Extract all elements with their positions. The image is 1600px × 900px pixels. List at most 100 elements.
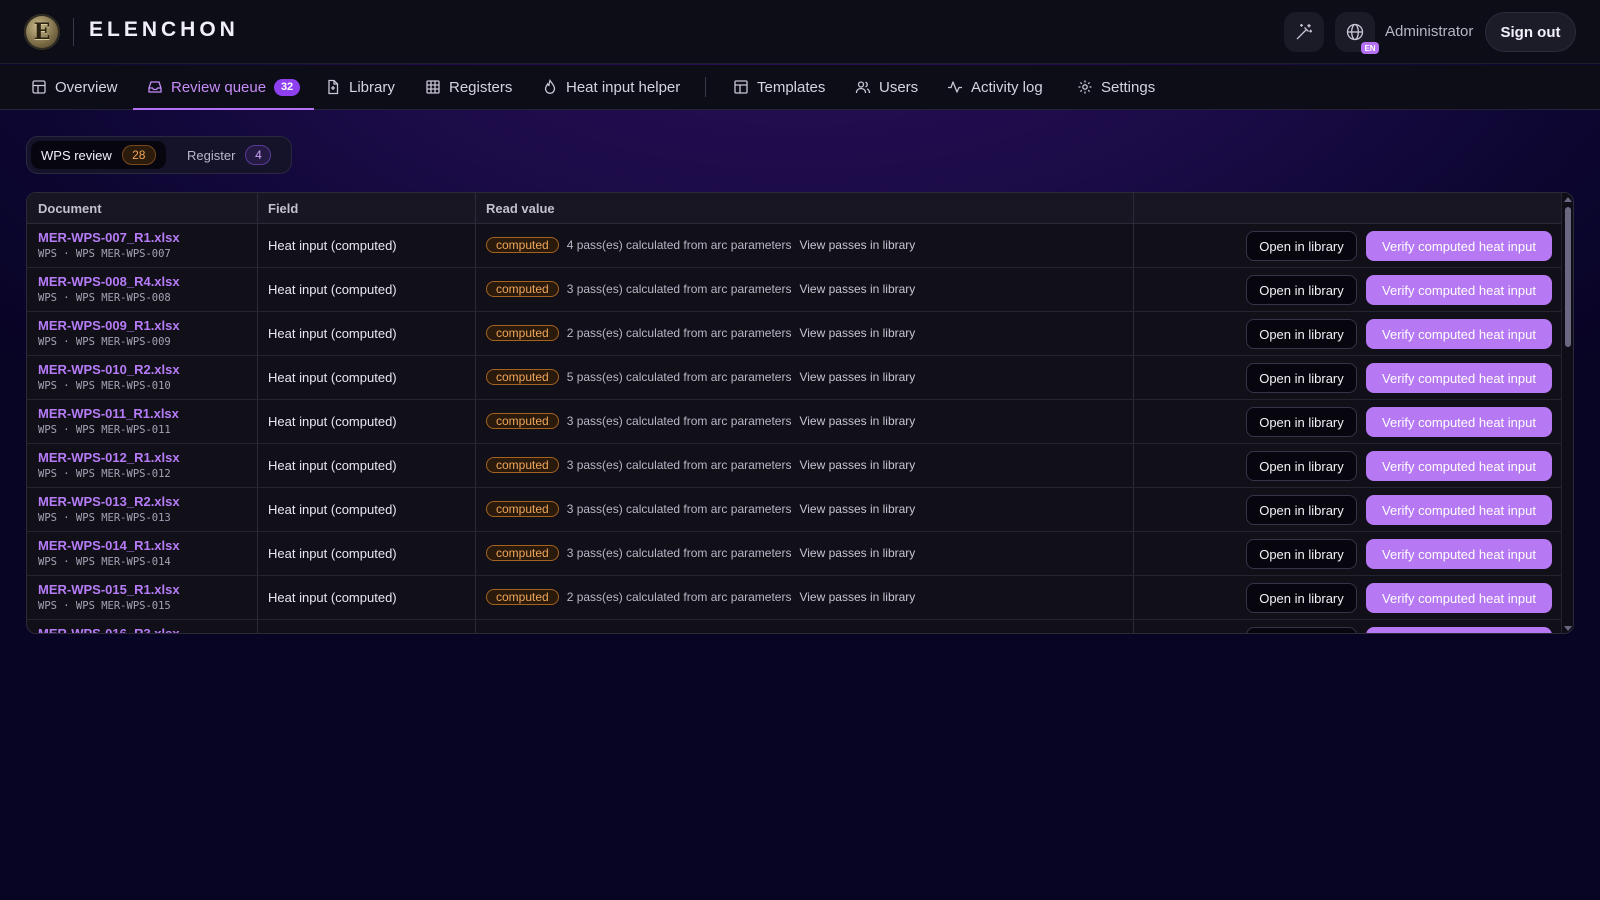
globe-icon [1346, 23, 1364, 41]
computed-tag: computed [486, 633, 559, 634]
open-in-library-button[interactable]: Open in library [1246, 495, 1357, 525]
view-passes-link[interactable]: View passes in library [799, 590, 915, 604]
review-subtabs: WPS review 28 Register 4 [26, 136, 292, 174]
document-subtitle: WPS · WPS MER-WPS-015 [38, 600, 171, 612]
register-count: 4 [245, 145, 272, 165]
tab-register[interactable]: Register 4 [177, 141, 281, 169]
brand-divider [73, 18, 74, 46]
main-nav: Overview Review queue 32 Library Registe… [0, 65, 1600, 110]
nav-review-queue[interactable]: Review queue 32 [132, 65, 315, 110]
nav-users[interactable]: Users [855, 65, 918, 109]
table-row: MER-WPS-007_R1.xlsx WPS · WPS MER-WPS-00… [27, 224, 1561, 268]
magic-wand-icon [1296, 23, 1313, 40]
view-passes-link[interactable]: View passes in library [799, 282, 915, 296]
verify-heat-input-button[interactable]: Verify computed heat input [1366, 539, 1552, 569]
document-link[interactable]: MER-WPS-011_R1.xlsx [38, 406, 179, 421]
magic-wand-button[interactable] [1284, 12, 1324, 52]
table-row: MER-WPS-016_R3.xlsx WPS · WPS MER-WPS-01… [27, 620, 1561, 634]
sign-out-button[interactable]: Sign out [1485, 12, 1576, 52]
nav-overview[interactable]: Overview [31, 65, 118, 109]
nav-library[interactable]: Library [325, 65, 395, 109]
read-value: computed 3 pass(es) calculated from arc … [486, 457, 915, 473]
view-passes-link[interactable]: View passes in library [799, 326, 915, 340]
column-read-value[interactable]: Read value [475, 193, 555, 223]
language-badge: EN [1361, 42, 1379, 54]
view-passes-link[interactable]: View passes in library [799, 414, 915, 428]
tab-wps-review[interactable]: WPS review 28 [31, 141, 166, 169]
scroll-up-arrow[interactable] [1564, 197, 1572, 202]
document-link[interactable]: MER-WPS-016_R3.xlsx [38, 626, 180, 633]
field-name: Heat input (computed) [268, 414, 397, 429]
open-in-library-button[interactable]: Open in library [1246, 363, 1357, 393]
verify-heat-input-button[interactable]: Verify computed heat input [1366, 319, 1552, 349]
verify-heat-input-button[interactable]: Verify computed heat input [1366, 583, 1552, 613]
field-name: Heat input (computed) [268, 282, 397, 297]
verify-heat-input-button[interactable]: Verify computed heat input [1366, 451, 1552, 481]
grid-icon [426, 80, 440, 94]
document-subtitle: WPS · WPS MER-WPS-008 [38, 292, 171, 304]
nav-settings[interactable]: Settings [1077, 65, 1155, 109]
document-subtitle: WPS · WPS MER-WPS-010 [38, 380, 171, 392]
open-in-library-button[interactable]: Open in library [1246, 451, 1357, 481]
document-link[interactable]: MER-WPS-007_R1.xlsx [38, 230, 180, 245]
read-value: computed 3 pass(es) calculated from arc … [486, 545, 915, 561]
read-value-text: 3 pass(es) calculated from arc parameter… [566, 458, 792, 472]
scroll-down-arrow[interactable] [1564, 626, 1572, 631]
verify-heat-input-button[interactable]: Verify computed heat input [1366, 363, 1552, 393]
brand-name: ELENCHON [89, 18, 239, 41]
users-icon [855, 81, 871, 94]
verify-heat-input-button[interactable]: Verify computed heat input [1366, 627, 1552, 633]
field-name: Heat input (computed) [268, 502, 397, 517]
read-value-text: 3 pass(es) calculated from arc parameter… [566, 502, 792, 516]
read-value-text: 4 pass(es) calculated from arc parameter… [566, 238, 792, 252]
logo-emblem[interactable]: E [24, 14, 60, 50]
field-name: Heat input (computed) [268, 238, 397, 253]
verify-heat-input-button[interactable]: Verify computed heat input [1366, 407, 1552, 437]
view-passes-link[interactable]: View passes in library [799, 370, 915, 384]
read-value-text: 5 pass(es) calculated from arc parameter… [566, 370, 792, 384]
document-link[interactable]: MER-WPS-012_R1.xlsx [38, 450, 180, 465]
nav-activity-log[interactable]: Activity log [947, 65, 1043, 109]
verify-heat-input-button[interactable]: Verify computed heat input [1366, 275, 1552, 305]
scroll-thumb[interactable] [1565, 207, 1571, 347]
document-link[interactable]: MER-WPS-013_R2.xlsx [38, 494, 180, 509]
open-in-library-button[interactable]: Open in library [1246, 539, 1357, 569]
table-row: MER-WPS-009_R1.xlsx WPS · WPS MER-WPS-00… [27, 312, 1561, 356]
view-passes-link[interactable]: View passes in library [799, 238, 915, 252]
view-passes-link[interactable]: View passes in library [799, 458, 915, 472]
document-link[interactable]: MER-WPS-014_R1.xlsx [38, 538, 180, 553]
open-in-library-button[interactable]: Open in library [1246, 275, 1357, 305]
document-link[interactable]: MER-WPS-009_R1.xlsx [38, 318, 180, 333]
open-in-library-button[interactable]: Open in library [1246, 407, 1357, 437]
verify-heat-input-button[interactable]: Verify computed heat input [1366, 231, 1552, 261]
column-document[interactable]: Document [27, 193, 102, 223]
read-value: computed 4 pass(es) calculated from arc … [486, 237, 915, 253]
nav-templates[interactable]: Templates [733, 65, 825, 109]
document-link[interactable]: MER-WPS-008_R4.xlsx [38, 274, 180, 289]
document-link[interactable]: MER-WPS-015_R1.xlsx [38, 582, 180, 597]
read-value: computed 3 pass(es) calculated from arc … [486, 281, 915, 297]
document-subtitle: WPS · WPS MER-WPS-009 [38, 336, 171, 348]
read-value-text: 3 pass(es) calculated from arc parameter… [566, 546, 792, 560]
read-value: computed 3 pass(es) calculated from arc … [486, 633, 915, 634]
nav-registers[interactable]: Registers [425, 65, 512, 109]
table-scrollbar[interactable] [1561, 193, 1573, 633]
review-table: Document Field Read value MER-WPS-007_R1… [26, 192, 1574, 634]
view-passes-link[interactable]: View passes in library [799, 502, 915, 516]
field-name: Heat input (computed) [268, 458, 397, 473]
table-row: MER-WPS-011_R1.xlsx WPS · WPS MER-WPS-01… [27, 400, 1561, 444]
column-field[interactable]: Field [257, 193, 298, 223]
read-value: computed 3 pass(es) calculated from arc … [486, 413, 915, 429]
view-passes-link[interactable]: View passes in library [799, 546, 915, 560]
app-header: E ELENCHON EN Administrator Sign out [0, 0, 1600, 64]
computed-tag: computed [486, 589, 559, 605]
computed-tag: computed [486, 545, 559, 561]
document-link[interactable]: MER-WPS-010_R2.xlsx [38, 362, 180, 377]
open-in-library-button[interactable]: Open in library [1246, 627, 1357, 633]
open-in-library-button[interactable]: Open in library [1246, 583, 1357, 613]
open-in-library-button[interactable]: Open in library [1246, 319, 1357, 349]
verify-heat-input-button[interactable]: Verify computed heat input [1366, 495, 1552, 525]
nav-heat-input-helper[interactable]: Heat input helper [542, 65, 680, 109]
open-in-library-button[interactable]: Open in library [1246, 231, 1357, 261]
document-subtitle: WPS · WPS MER-WPS-014 [38, 556, 171, 568]
